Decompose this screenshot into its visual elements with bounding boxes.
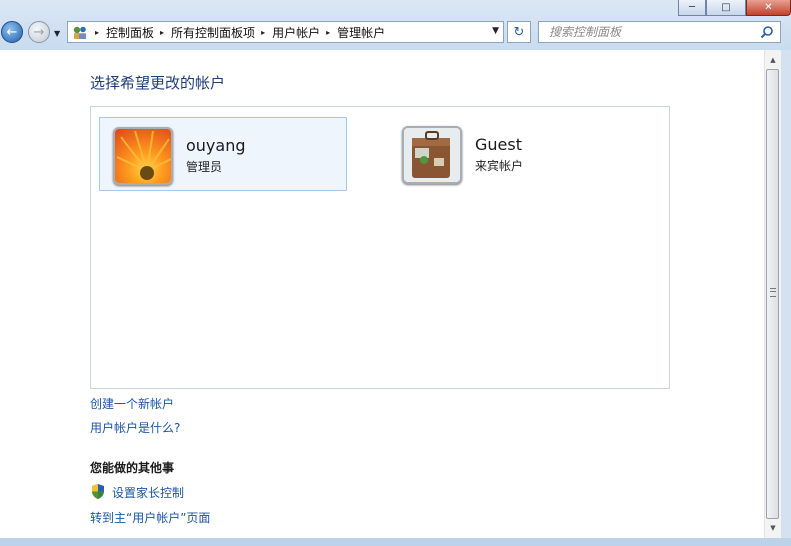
refresh-button[interactable]: ↻: [507, 21, 531, 43]
breadcrumb-user-accounts[interactable]: 用户帐户: [272, 24, 320, 41]
parental-controls-link[interactable]: 设置家长控制: [112, 484, 184, 501]
arrow-left-icon: ←: [6, 24, 18, 40]
other-tasks-heading: 您能做的其他事: [90, 461, 175, 475]
goto-user-accounts-link[interactable]: 转到主“用户帐户”页面: [90, 509, 210, 526]
forward-button[interactable]: →: [28, 21, 50, 43]
account-tile-ouyang[interactable]: ouyang 管理员: [99, 117, 347, 191]
account-type: 来宾帐户: [475, 159, 524, 173]
close-button[interactable]: ✕: [746, 0, 791, 16]
address-bar[interactable]: ▸ 控制面板 ▸ 所有控制面板项 ▸ 用户帐户 ▸ 管理帐户 ▼: [67, 21, 504, 43]
scroll-down-button[interactable]: ▼: [765, 520, 781, 536]
search-input[interactable]: [547, 24, 751, 40]
account-name: ouyang: [186, 136, 246, 155]
user-picture-suitcase: [402, 126, 462, 184]
breadcrumb-separator[interactable]: ▸: [95, 28, 99, 37]
what-is-account-link[interactable]: 用户帐户是什么?: [90, 419, 180, 436]
search-icon[interactable]: [760, 25, 774, 39]
breadcrumb-control-panel[interactable]: 控制面板: [106, 24, 154, 41]
breadcrumb-separator[interactable]: ▸: [160, 28, 164, 37]
breadcrumb-separator[interactable]: ▸: [261, 28, 265, 37]
scroll-up-button[interactable]: ▲: [765, 52, 781, 68]
window: ─ □ ✕ ← → ▼ ▸ 控制面板 ▸ 所有控制面板项 ▸ 用户帐户 ▸ 管理…: [0, 0, 791, 546]
minimize-button[interactable]: ─: [678, 0, 706, 16]
vertical-scrollbar[interactable]: ▲ ▼: [764, 50, 781, 538]
window-chrome: ─ □ ✕ ← → ▼ ▸ 控制面板 ▸ 所有控制面板项 ▸ 用户帐户 ▸ 管理…: [0, 0, 791, 50]
address-history-dropdown[interactable]: ▼: [492, 26, 499, 36]
account-tile-guest[interactable]: Guest 来宾帐户: [389, 117, 637, 191]
account-type: 管理员: [186, 160, 223, 174]
scroll-thumb[interactable]: [766, 69, 779, 519]
maximize-button[interactable]: □: [706, 0, 746, 16]
create-account-link[interactable]: 创建一个新帐户: [90, 395, 174, 412]
search-box[interactable]: [538, 21, 781, 43]
grip-icon: [770, 288, 776, 297]
window-border-bottom: [0, 538, 791, 546]
breadcrumb-all-items[interactable]: 所有控制面板项: [171, 24, 255, 41]
control-panel-folder-icon: [71, 24, 89, 40]
arrow-right-icon: →: [33, 24, 45, 40]
page-title: 选择希望更改的帐户: [90, 74, 226, 92]
breadcrumb-separator[interactable]: ▸: [326, 28, 330, 37]
accounts-list: ouyang 管理员 Guest 来宾帐户: [90, 106, 670, 389]
user-picture-flower: [113, 127, 173, 185]
account-name: Guest: [475, 135, 522, 154]
breadcrumb-manage-accounts[interactable]: 管理帐户: [337, 24, 385, 41]
recent-pages-dropdown[interactable]: ▼: [54, 29, 60, 38]
refresh-icon: ↻: [513, 24, 525, 40]
uac-shield-icon: [92, 484, 104, 499]
content-pane: 选择希望更改的帐户 ouyang 管理员 Guest 来宾帐户 创建一个新帐户 …: [0, 50, 764, 538]
window-border-right: [781, 50, 791, 546]
back-button[interactable]: ←: [1, 21, 23, 43]
